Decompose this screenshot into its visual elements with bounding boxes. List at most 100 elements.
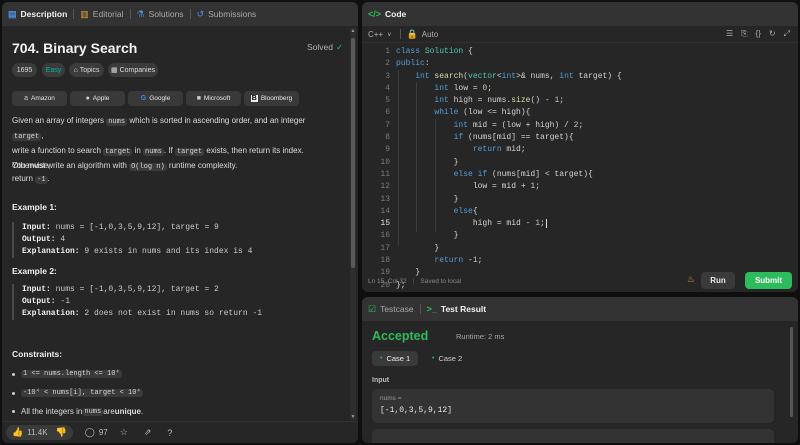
bookmark-icon[interactable]: ⎘ — [741, 29, 747, 39]
case-1-tab[interactable]: • Case 1 — [372, 351, 419, 366]
favorite-button[interactable]: ☆ — [120, 427, 132, 438]
share-icon: ⇗ — [143, 427, 152, 437]
code-line[interactable]: } — [396, 230, 622, 242]
code-line[interactable]: return -1; — [396, 255, 622, 267]
tag-icon: ⌂ — [73, 66, 78, 74]
braces-icon[interactable]: {} — [756, 29, 761, 39]
code-line[interactable]: while (low <= high){ — [396, 107, 622, 119]
example-2-block: Input: nums = [-1,0,3,5,9,12], target = … — [12, 284, 340, 320]
thumbs-down-icon[interactable]: 👎 — [56, 427, 67, 438]
like-button[interactable]: 👍 11.4K 👎 — [6, 425, 73, 440]
company-google[interactable]: G Google — [128, 91, 183, 106]
solved-status: Solved ✓ — [307, 42, 344, 52]
tab-test-result[interactable]: >_ Test Result — [421, 297, 492, 321]
document-icon: ▤ — [8, 8, 17, 19]
language-select[interactable]: C++ ∨ — [368, 30, 392, 39]
count-badge: 1695 — [12, 63, 37, 77]
constraints-heading: Constraints: — [12, 349, 63, 359]
tab-code[interactable]: </> Code — [362, 2, 412, 26]
microsoft-logo-icon: ■ — [196, 95, 201, 102]
input-box: nums = [-1,0,3,5,9,12] — [372, 389, 774, 423]
code-line[interactable]: int high = nums.size() - 1; — [396, 95, 622, 107]
comment-icon: ◯ — [84, 427, 95, 437]
input-label: Input — [372, 377, 390, 384]
code-icon: </> — [368, 9, 382, 19]
verdict-label: Accepted — [372, 329, 429, 343]
history-icon: ↺ — [196, 8, 205, 19]
company-apple[interactable]: ● Apple — [70, 91, 125, 106]
scroll-down-icon[interactable]: ▼ — [350, 414, 356, 420]
scrollbar-thumb[interactable] — [790, 327, 793, 417]
cursor-position: Ln 15, Col 32 — [368, 277, 407, 285]
constraint-item: All the integers in nums are unique. — [12, 407, 143, 416]
bloomberg-logo-icon: B — [250, 95, 258, 102]
save-status: Saved to local — [420, 277, 462, 285]
editor-actions: ☰ ⎘ {} ↻ ⤢ — [726, 29, 790, 39]
fire-icon[interactable]: ♨ — [687, 274, 695, 285]
submit-button[interactable]: Submit — [745, 272, 792, 289]
code-line[interactable]: } — [396, 243, 622, 255]
description-footer: 👍 11.4K 👎 ◯ 97 ☆ ⇗ ? — [2, 421, 358, 443]
share-button[interactable]: ⇗ — [144, 427, 156, 438]
code-line[interactable]: int mid = (low + high) / 2; — [396, 120, 622, 132]
tab-submissions[interactable]: ↺ Submissions — [191, 2, 263, 26]
checkbox-icon: ☑ — [368, 303, 377, 314]
book-icon: ▥ — [80, 8, 89, 19]
code-line[interactable]: else if (nums[mid] < target){ — [396, 169, 622, 181]
problem-title: 704. Binary Search — [12, 40, 138, 56]
run-button[interactable]: Run — [701, 272, 735, 289]
complexity-requirement: You must write an algorithm with O(log n… — [12, 161, 238, 171]
variable-value: [-1,0,3,5,9,12] — [380, 406, 453, 415]
help-icon: ? — [167, 427, 173, 438]
star-icon: ☆ — [119, 427, 128, 437]
google-logo-icon: G — [140, 95, 147, 102]
description-panel: ▤ Description ▥ Editorial ⚗ Solutions ↺ … — [2, 2, 358, 443]
code-line[interactable]: int search(vector<int>& nums, int target… — [396, 71, 622, 83]
scrollbar-thumb[interactable] — [351, 38, 355, 268]
format-icon[interactable]: ☰ — [726, 29, 733, 39]
companies-badge[interactable]: ▦ Companies — [108, 63, 158, 77]
code-editor[interactable]: class Solution {public: int search(vecto… — [396, 46, 622, 292]
example-2-heading: Example 2: — [12, 266, 57, 276]
reset-icon[interactable]: ↻ — [769, 29, 776, 39]
code-line[interactable]: else{ — [396, 206, 622, 218]
topics-badge[interactable]: ⌂ Topics — [69, 63, 104, 77]
autocomplete-mode[interactable]: 🔒 Auto — [407, 29, 439, 40]
code-line[interactable]: class Solution { — [396, 46, 622, 58]
comments-button[interactable]: ◯ 97 — [85, 427, 108, 438]
result-scrollbar[interactable] — [789, 327, 794, 437]
company-amazon[interactable]: a Amazon — [12, 91, 67, 106]
difficulty-badge: Easy — [42, 63, 65, 77]
code-line[interactable]: public: — [396, 58, 622, 70]
tab-testcase[interactable]: ☑ Testcase — [362, 297, 420, 321]
scroll-up-icon[interactable]: ▲ — [350, 28, 356, 34]
flask-icon: ⚗ — [136, 8, 145, 19]
code-line[interactable]: high = mid - 1; — [396, 218, 622, 230]
thumbs-up-icon: 👍 — [12, 427, 24, 437]
code-line[interactable]: } — [396, 157, 622, 169]
dot-icon: • — [432, 355, 435, 362]
terminal-icon: >_ — [426, 304, 437, 314]
tab-description[interactable]: ▤ Description — [2, 2, 73, 26]
code-line[interactable]: low = mid + 1; — [396, 181, 622, 193]
company-bloomberg[interactable]: B Bloomberg — [244, 91, 299, 106]
code-line[interactable]: } — [396, 194, 622, 206]
input-box — [372, 429, 774, 443]
description-scrollbar[interactable]: ▲ ▼ — [350, 28, 356, 420]
case-2-tab[interactable]: • Case 2 — [424, 351, 470, 366]
runtime-label: Runtime: 2 ms — [456, 332, 505, 341]
fullscreen-icon[interactable]: ⤢ — [784, 29, 790, 39]
help-button[interactable]: ? — [167, 428, 176, 438]
code-line[interactable]: return mid; — [396, 144, 622, 156]
code-panel: </> Code C++ ∨ 🔒 Auto ☰ ⎘ {} ↻ ⤢ 12 34 56 … — [362, 2, 798, 292]
company-microsoft[interactable]: ■ Microsoft — [186, 91, 241, 106]
code-line[interactable]: int low = 0; — [396, 83, 622, 95]
tab-editorial[interactable]: ▥ Editorial — [74, 2, 129, 26]
code-line[interactable]: if (nums[mid] == target){ — [396, 132, 622, 144]
line-numbers: 12 34 56 78 9 10 11 12 13 14 15 16 17 18 19 20 — [380, 47, 390, 290]
constraint-item: 1 <= nums.length <= 10⁴ — [12, 370, 122, 378]
tab-solutions[interactable]: ⚗ Solutions — [131, 2, 190, 26]
lock-icon: 🔒 — [406, 28, 418, 39]
result-panel: ☑ Testcase >_ Test Result Accepted Runti… — [362, 297, 798, 443]
building-icon: ▦ — [110, 67, 118, 74]
